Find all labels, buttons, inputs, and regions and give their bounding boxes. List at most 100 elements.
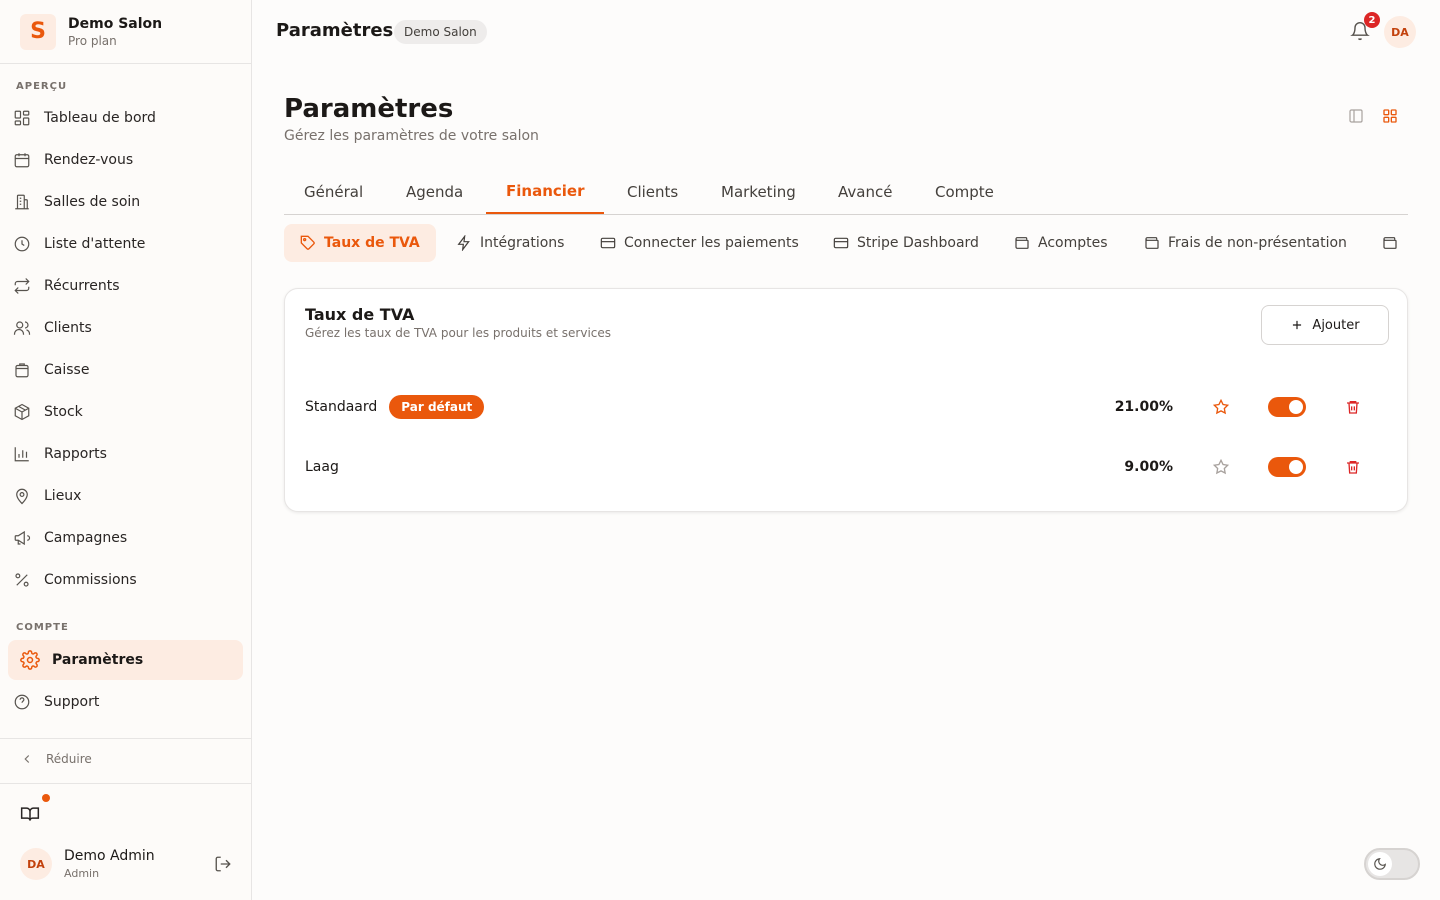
vat-rate-name: Standaard (305, 399, 378, 415)
card-subtitle: Gérez les taux de TVA pour les produits … (305, 326, 612, 340)
avatar[interactable]: DA (20, 848, 52, 880)
dashboard-icon (12, 108, 32, 128)
tab-clients[interactable]: Clients (627, 170, 678, 214)
subtab-more (1382, 224, 1406, 262)
subtab-no-show-fees[interactable]: Frais de non-présentation (1144, 224, 1347, 262)
sidebar-item-label: Support (44, 694, 100, 710)
add-button-label: Ajouter (1312, 317, 1360, 333)
chevron-left-icon (20, 752, 34, 766)
sidebar-item-campaigns[interactable]: Campagnes (8, 518, 243, 558)
sidebar-item-checkout[interactable]: Caisse (8, 350, 243, 390)
sidebar-item-stock[interactable]: Stock (8, 392, 243, 432)
sidebar-item-appointments[interactable]: Rendez-vous (8, 140, 243, 180)
wallet-icon (1014, 235, 1030, 251)
sidebar-item-label: Clients (44, 320, 92, 336)
sidebar-item-label: Lieux (44, 488, 82, 504)
sidebar: S Demo Salon Pro plan APERÇU Tableau de … (0, 0, 252, 900)
subtab-label: Frais de non-présentation (1168, 235, 1347, 251)
bag-icon (12, 360, 32, 380)
grid-layout-icon[interactable] (1380, 106, 1400, 126)
wallet-icon (1382, 235, 1398, 251)
enabled-toggle[interactable] (1268, 457, 1306, 477)
vat-rate-row: Laag 9.00% (305, 447, 1389, 487)
card-title: Taux de TVA (305, 305, 415, 324)
vat-rate-row: Standaard Par défaut 21.00% (305, 387, 1389, 427)
sidebar-item-label: Paramètres (52, 652, 144, 668)
trash-icon[interactable] (1343, 457, 1363, 477)
sidebar-item-label: Tableau de bord (44, 110, 156, 126)
vat-rate-value: 21.00% (1114, 399, 1173, 415)
gear-icon (20, 650, 40, 670)
sidebar-layout-icon[interactable] (1346, 106, 1366, 126)
sidebar-item-label: Récurrents (44, 278, 120, 294)
building-icon (12, 192, 32, 212)
book-icon[interactable] (20, 804, 40, 824)
page-title: Paramètres (284, 94, 454, 124)
add-vat-rate-button[interactable]: Ajouter (1261, 305, 1389, 345)
sidebar-item-label: Rendez-vous (44, 152, 134, 168)
theme-toggle[interactable] (1364, 848, 1420, 880)
brand-plan: Pro plan (68, 33, 117, 48)
plus-icon (1293, 320, 1302, 330)
trash-icon[interactable] (1343, 397, 1363, 417)
brand-name: Demo Salon (68, 15, 163, 32)
user-role: Admin (64, 867, 100, 880)
brand-header[interactable]: S Demo Salon Pro plan (0, 0, 251, 64)
salon-badge: Demo Salon (394, 20, 487, 44)
topbar-title: Paramètres (276, 20, 394, 41)
brand-logo: S (20, 13, 56, 50)
subtab-label: Intégrations (480, 235, 565, 251)
collapse-label: Réduire (46, 752, 92, 766)
logout-icon[interactable] (214, 855, 232, 873)
card-icon (600, 235, 616, 251)
repeat-icon (12, 276, 32, 296)
tab-general[interactable]: Général (304, 170, 363, 214)
help-icon (12, 692, 32, 712)
wallet-icon (1144, 235, 1160, 251)
default-badge: Par défaut (389, 395, 485, 419)
subtab-label: Acomptes (1038, 235, 1108, 251)
sidebar-item-recurring[interactable]: Récurrents (8, 266, 243, 306)
notification-count-badge: 2 (1364, 12, 1380, 28)
pin-icon (12, 486, 32, 506)
sidebar-item-locations[interactable]: Lieux (8, 476, 243, 516)
sidebar-item-dashboard[interactable]: Tableau de bord (8, 98, 243, 138)
sidebar-item-label: Caisse (44, 362, 90, 378)
sidebar-item-label: Stock (44, 404, 83, 420)
subtab-overflow[interactable] (1380, 224, 1408, 262)
tab-compte[interactable]: Compte (935, 170, 994, 214)
star-icon[interactable] (1211, 457, 1231, 477)
tab-financier[interactable]: Financier (486, 170, 605, 214)
subtab-integrations[interactable]: Intégrations (456, 224, 564, 262)
sidebar-item-waitlist[interactable]: Liste d'attente (8, 224, 243, 264)
tab-marketing[interactable]: Marketing (721, 170, 796, 214)
subtab-vat-rates[interactable]: Taux de TVA (284, 224, 436, 262)
sidebar-item-label: Salles de soin (44, 194, 141, 210)
tag-icon (300, 235, 316, 251)
enabled-toggle[interactable] (1268, 397, 1306, 417)
sidebar-item-support[interactable]: Support (8, 682, 243, 722)
avatar[interactable]: DA (1384, 16, 1416, 48)
settings-tabs: Général Agenda Financier Clients Marketi… (284, 170, 1408, 215)
star-icon[interactable] (1211, 397, 1231, 417)
sidebar-item-commissions[interactable]: Commissions (8, 560, 243, 600)
tab-avance[interactable]: Avancé (838, 170, 892, 214)
box-icon (12, 402, 32, 422)
tab-agenda[interactable]: Agenda (406, 170, 463, 214)
sidebar-item-rooms[interactable]: Salles de soin (8, 182, 243, 222)
sidebar-item-clients[interactable]: Clients (8, 308, 243, 348)
page-subtitle: Gérez les paramètres de votre salon (284, 128, 539, 144)
subtab-label: Taux de TVA (324, 235, 420, 251)
clock-icon (12, 234, 32, 254)
sidebar-item-settings[interactable]: Paramètres (8, 640, 243, 680)
chart-icon (12, 444, 32, 464)
subtab-deposits[interactable]: Acomptes (1014, 224, 1108, 262)
percent-icon (12, 570, 32, 590)
collapse-sidebar-button[interactable]: Réduire (20, 752, 92, 766)
subtab-connect-payments[interactable]: Connecter les paiements (600, 224, 799, 262)
subtab-stripe-dashboard[interactable]: Stripe Dashboard (833, 224, 979, 262)
sidebar-item-reports[interactable]: Rapports (8, 434, 243, 474)
vat-rate-name: Laag (305, 459, 339, 475)
card-icon (833, 235, 849, 251)
divider (0, 738, 251, 739)
